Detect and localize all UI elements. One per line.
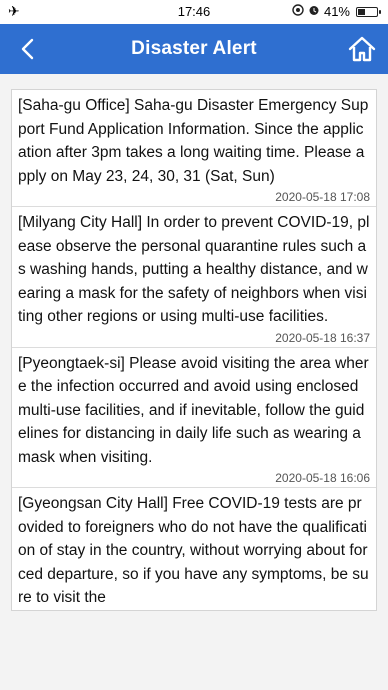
alert-item[interactable]: [Milyang City Hall] In order to prevent … [12, 207, 376, 348]
home-button[interactable] [346, 34, 378, 64]
back-chevron-icon [21, 38, 34, 60]
status-bar: ✈ 17:46 41% [0, 0, 388, 24]
home-icon [348, 36, 376, 62]
alert-item[interactable]: [Saha-gu Office] Saha-gu Disaster Emerge… [12, 90, 376, 207]
alert-list: [Saha-gu Office] Saha-gu Disaster Emerge… [11, 89, 377, 611]
alert-message: [Gyeongsan City Hall] Free COVID-19 test… [18, 495, 369, 606]
alert-timestamp: 2020-05-18 16:37 [275, 330, 370, 345]
battery-percent: 41% [323, 4, 350, 19]
alarm-icon [308, 4, 320, 19]
alert-content[interactable]: [Saha-gu Office] Saha-gu Disaster Emerge… [0, 74, 388, 690]
alert-item[interactable]: [Gyeongsan City Hall] Free COVID-19 test… [12, 488, 376, 610]
alert-timestamp: 2020-05-18 16:06 [275, 471, 370, 485]
location-icon [292, 4, 304, 19]
app-header: Disaster Alert [0, 24, 388, 74]
battery-icon [356, 6, 381, 17]
alert-message: [Pyeongtaek-si] Please avoid visiting th… [18, 354, 369, 466]
page-title: Disaster Alert [131, 38, 257, 59]
alert-message: [Saha-gu Office] Saha-gu Disaster Emerge… [18, 97, 369, 185]
alert-timestamp: 2020-05-18 17:08 [275, 190, 370, 204]
alert-item[interactable]: [Pyeongtaek-si] Please avoid visiting th… [12, 348, 376, 488]
alert-message: [Milyang City Hall] In order to prevent … [18, 214, 370, 325]
back-button[interactable] [14, 36, 40, 62]
status-icons: 41% [292, 4, 381, 19]
